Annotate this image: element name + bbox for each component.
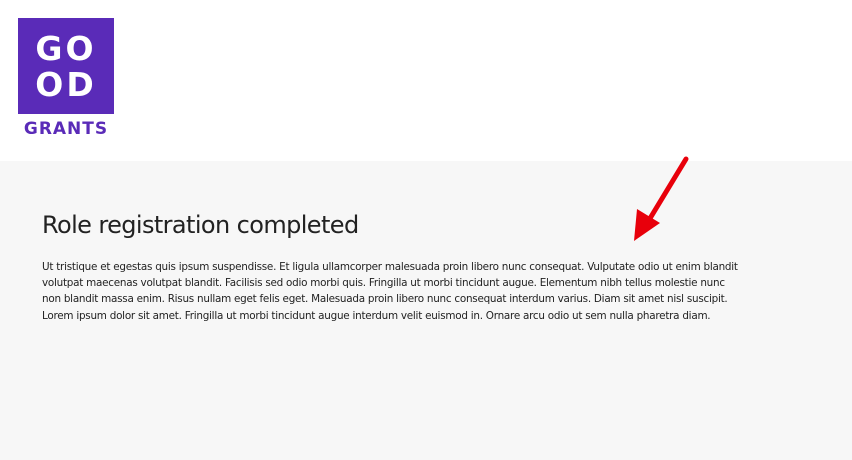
logo-line-1: GO [35, 29, 97, 68]
logo-line-2: OD [35, 65, 97, 104]
page-title: Role registration completed [42, 211, 359, 239]
logo-mark: GO OD [18, 18, 114, 114]
page-body-text: Ut tristique et egestas quis ipsum suspe… [42, 261, 738, 322]
page-header: GO OD GRANTS [0, 0, 852, 161]
main-content: Role registration completed Ut tristique… [0, 161, 852, 460]
good-grants-logo[interactable]: GO OD GRANTS [18, 18, 114, 139]
arrow-annotation-icon [634, 156, 689, 241]
logo-wordmark: GRANTS [23, 119, 109, 139]
